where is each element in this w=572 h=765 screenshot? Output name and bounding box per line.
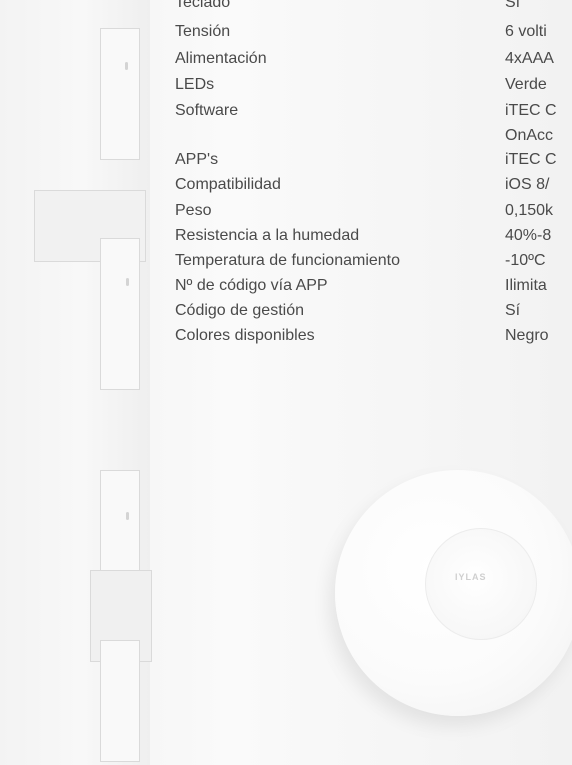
spec-label: APP's bbox=[175, 151, 219, 168]
spec-value: Negro bbox=[505, 327, 549, 344]
spec-value: 4xAAA bbox=[505, 50, 554, 67]
spec-value: Verde bbox=[505, 76, 547, 93]
smart-lock-knob-center bbox=[425, 528, 537, 640]
spec-label: Temperatura de funcionamiento bbox=[175, 252, 401, 269]
spec-label: Software bbox=[175, 102, 239, 119]
screw-icon bbox=[125, 62, 128, 70]
spec-value: iOS 8/ bbox=[505, 176, 550, 193]
spec-value: iTEC C bbox=[505, 102, 557, 119]
spec-value: iTEC C bbox=[505, 151, 557, 168]
spec-label: Tensión bbox=[175, 23, 231, 40]
spec-label: Peso bbox=[175, 202, 212, 219]
spec-label: LEDs bbox=[175, 76, 215, 93]
spec-label: Colores disponibles bbox=[175, 327, 315, 344]
door-hinge bbox=[100, 238, 140, 390]
spec-value: 6 volti bbox=[505, 23, 547, 40]
brand-logo: IYLAS bbox=[455, 572, 487, 582]
screw-icon bbox=[126, 278, 129, 286]
spec-label: Resistencia a la humedad bbox=[175, 227, 360, 244]
door-hinge bbox=[100, 28, 140, 160]
spec-value: 40%-8 bbox=[505, 227, 552, 244]
spec-value: -10ºC bbox=[505, 252, 546, 269]
door-hinge bbox=[100, 640, 140, 762]
spec-label: Compatibilidad bbox=[175, 176, 281, 193]
spec-label: Código de gestión bbox=[175, 302, 304, 319]
spec-value: Sí bbox=[505, 0, 521, 11]
spec-label: Teclado bbox=[175, 0, 231, 11]
spec-value: OnAcc bbox=[505, 127, 554, 144]
spec-value: 0,150k bbox=[505, 202, 554, 219]
spec-label: Nº de código vía APP bbox=[175, 277, 328, 294]
screw-icon bbox=[126, 512, 129, 520]
spec-label: Alimentación bbox=[175, 50, 267, 67]
spec-value: Ilimita bbox=[505, 277, 547, 294]
spec-value: Sí bbox=[505, 302, 521, 319]
